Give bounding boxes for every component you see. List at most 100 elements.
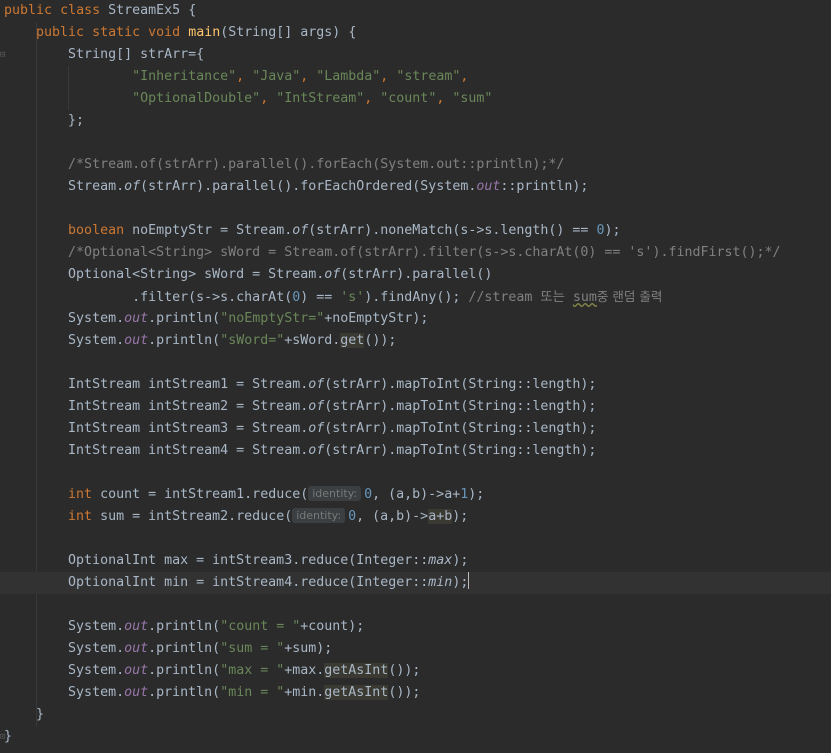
- code-text: };: [68, 113, 85, 128]
- static-field: out: [124, 619, 149, 634]
- code-line[interactable]: };: [0, 110, 831, 132]
- code-text: (String[] args) {: [220, 25, 357, 40]
- code-line[interactable]: boolean noEmptyStr = Stream.of(strArr).n…: [0, 220, 831, 242]
- number-literal: 0: [348, 509, 357, 524]
- number-literal: 0: [364, 487, 373, 502]
- code-text: (strArr).mapToInt(String::length);: [324, 399, 597, 414]
- code-line[interactable]: int sum = intStream2.reduce(identity: 0, …: [0, 506, 831, 528]
- parameter-hint: identity:: [292, 508, 346, 523]
- code-text: IntStream intStream1 = Stream.: [68, 377, 309, 392]
- code-line[interactable]: IntStream intStream3 = Stream.of(strArr)…: [0, 418, 831, 440]
- code-text: +max.: [284, 663, 325, 678]
- string-literal: "sum": [452, 91, 493, 106]
- string-literal: "noEmptyStr=": [220, 311, 325, 326]
- string-literal: "Lambda": [316, 69, 381, 84]
- code-text: +sWord.: [284, 333, 341, 348]
- string-literal: "count = ": [220, 619, 301, 634]
- code-line[interactable]: public class StreamEx5 {: [0, 0, 831, 22]
- keyword: int: [68, 509, 93, 524]
- char-literal: 's': [340, 290, 365, 305]
- keyword: public: [4, 3, 53, 18]
- code-text: System.: [68, 311, 125, 326]
- code-line[interactable]: .filter(s->s.charAt(0) == 's').findAny()…: [0, 286, 831, 308]
- code-text: +min.: [284, 685, 325, 700]
- static-method: of: [308, 399, 325, 414]
- code-text: ());: [388, 685, 421, 700]
- code-text: IntStream intStream2 = Stream.: [68, 399, 309, 414]
- static-field: out: [124, 641, 149, 656]
- string-literal: "min = ": [220, 685, 285, 700]
- code-line[interactable]: Optional<String> sWord = Stream.of(strAr…: [0, 264, 831, 286]
- highlighted-method: get: [340, 333, 365, 348]
- code-text: System.: [68, 619, 125, 634]
- code-text: System.: [68, 333, 125, 348]
- highlighted-method: getAsInt: [324, 663, 389, 678]
- string-literal: "sWord=": [220, 333, 285, 348]
- comment: /*Optional<String> sWord = Stream.of(str…: [68, 245, 781, 260]
- code-text: .println(: [148, 685, 221, 700]
- code-text: System.: [68, 685, 125, 700]
- code-line[interactable]: OptionalInt max = intStream3.reduce(Inte…: [0, 550, 831, 572]
- code-editor[interactable]: public class StreamEx5 { ⊟ public static…: [0, 0, 831, 753]
- string-literal: "count": [380, 91, 437, 106]
- brace: {: [188, 3, 197, 18]
- code-line[interactable]: IntStream intStream1 = Stream.of(strArr)…: [0, 374, 831, 396]
- code-text: System.: [68, 641, 125, 656]
- code-line[interactable]: "Inheritance", "Java", "Lambda", "stream…: [0, 66, 831, 88]
- code-text: ) ==: [300, 290, 341, 305]
- code-line[interactable]: ⊟ public static void main(String[] args)…: [0, 22, 831, 60]
- code-line[interactable]: "OptionalDouble", "IntStream", "count", …: [0, 88, 831, 110]
- code-line[interactable]: }: [0, 726, 831, 748]
- text-caret: [468, 572, 470, 589]
- code-line[interactable]: /*Optional<String> sWord = Stream.of(str…: [0, 242, 831, 264]
- static-method: of: [324, 267, 341, 282]
- code-text: , (a,b)->: [356, 509, 429, 524]
- code-text: .println(: [148, 311, 221, 326]
- keyword: int: [68, 487, 93, 502]
- static-field: out: [124, 685, 149, 700]
- code-text: IntStream intStream4 = Stream.: [68, 443, 309, 458]
- static-method: of: [308, 377, 325, 392]
- code-text: );: [604, 223, 621, 238]
- code-text: (strArr).mapToInt(String::length);: [324, 377, 597, 392]
- code-line[interactable]: String[] strArr={: [0, 44, 831, 66]
- code-line[interactable]: System.out.println("noEmptyStr="+noEmpty…: [0, 308, 831, 330]
- static-method: of: [308, 443, 325, 458]
- class-name: StreamEx5: [108, 3, 181, 18]
- string-literal: "max = ": [220, 663, 285, 678]
- code-line[interactable]: ⊡ }: [0, 704, 831, 742]
- code-line[interactable]: System.out.println("max = "+max.getAsInt…: [0, 660, 831, 682]
- code-text: String[] strArr={: [68, 47, 205, 62]
- code-line[interactable]: System.out.println("sum = "+sum);: [0, 638, 831, 660]
- brace: }: [36, 707, 45, 722]
- code-text: .println(: [148, 663, 221, 678]
- code-line[interactable]: System.out.println("min = "+min.getAsInt…: [0, 682, 831, 704]
- code-text: (strArr).parallel(): [340, 267, 493, 282]
- code-line[interactable]: Stream.of(strArr).parallel().forEachOrde…: [0, 176, 831, 198]
- string-literal: "Inheritance": [132, 69, 237, 84]
- code-text: );: [452, 553, 469, 568]
- string-literal: "IntStream": [276, 91, 365, 106]
- code-line[interactable]: /*Stream.of(strArr).parallel().forEach(S…: [0, 154, 831, 176]
- keyword: void: [148, 25, 181, 40]
- keyword: public: [36, 25, 85, 40]
- keyword: static: [92, 25, 141, 40]
- highlighted-method: getAsInt: [324, 685, 389, 700]
- code-line[interactable]: System.out.println("sWord="+sWord.get())…: [0, 330, 831, 352]
- code-text: ::println);: [500, 179, 589, 194]
- static-method: of: [308, 421, 325, 436]
- current-code-line[interactable]: OptionalInt min = intStream4.reduce(Inte…: [0, 572, 831, 594]
- code-text: OptionalInt max = intStream3.reduce(Inte…: [68, 553, 429, 568]
- code-text: noEmptyStr = Stream.: [124, 223, 293, 238]
- code-text: );: [452, 509, 469, 524]
- code-text: System.: [68, 663, 125, 678]
- method-reference: max: [428, 553, 453, 568]
- code-text: (strArr).parallel().forEachOrdered(Syste…: [140, 179, 477, 194]
- code-line[interactable]: IntStream intStream4 = Stream.of(strArr)…: [0, 440, 831, 462]
- static-method: of: [292, 223, 309, 238]
- code-text: Stream.: [68, 179, 125, 194]
- code-line[interactable]: IntStream intStream2 = Stream.of(strArr)…: [0, 396, 831, 418]
- code-line[interactable]: int count = intStream1.reduce(identity: 0…: [0, 484, 831, 506]
- code-line[interactable]: System.out.println("count = "+count);: [0, 616, 831, 638]
- code-text: ());: [364, 333, 397, 348]
